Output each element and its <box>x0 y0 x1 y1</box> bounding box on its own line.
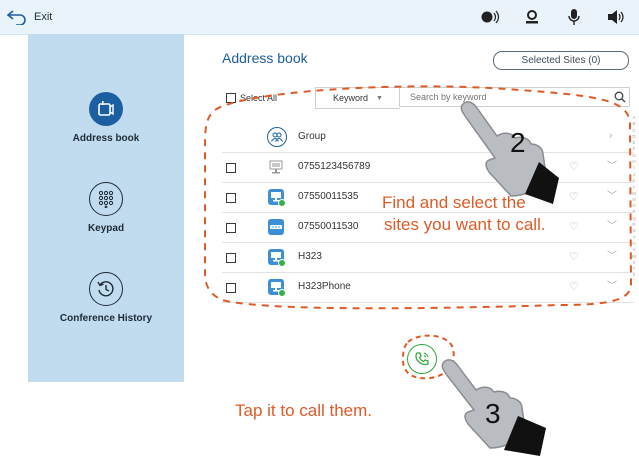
call-button[interactable] <box>407 344 437 374</box>
favorite-icon[interactable]: ♡ <box>569 250 579 263</box>
checkbox[interactable] <box>226 193 236 203</box>
chevron-down-icon[interactable]: ﹀ <box>607 187 617 202</box>
monitor-icon <box>268 189 286 207</box>
top-bar: Exit <box>0 0 639 35</box>
checkbox[interactable] <box>226 163 236 173</box>
favorite-icon[interactable]: ♡ <box>569 190 579 203</box>
contact-name: H323 <box>298 251 322 262</box>
search-icon[interactable] <box>614 90 626 108</box>
keyword-label: Keyword <box>333 93 369 103</box>
terminal-icon <box>268 159 284 175</box>
step-number: 3 <box>485 398 501 429</box>
select-all-label: Select All <box>240 93 278 103</box>
chevron-right-icon[interactable]: › <box>609 130 612 141</box>
monitor-icon <box>268 279 286 297</box>
exit-button[interactable]: Exit <box>6 6 52 28</box>
list-item[interactable]: 0755123456789 ♡ ﹀ <box>222 152 634 183</box>
step2-line1: Find and select the <box>382 193 526 212</box>
favorite-icon[interactable]: ♡ <box>569 220 579 233</box>
video-bar-icon <box>268 219 284 235</box>
status-dot <box>278 289 286 297</box>
step2-instruction: Find and select the sites you want to ca… <box>382 192 546 236</box>
sidebar: Address book Keypad Conference History <box>28 34 184 382</box>
chevron-down-icon[interactable]: ﹀ <box>607 157 617 172</box>
search-row: Select All Keyword ▼ <box>222 84 634 110</box>
microphone-icon[interactable] <box>563 7 585 27</box>
sidebar-item-keypad[interactable]: Keypad <box>28 182 184 234</box>
status-dot <box>278 259 286 267</box>
checkbox[interactable] <box>226 253 236 263</box>
page-title: Address book <box>222 50 308 66</box>
checkbox[interactable] <box>226 223 236 233</box>
step2-line2: sites you want to call. <box>384 215 546 234</box>
status-dot <box>278 199 286 207</box>
keyword-dropdown[interactable]: Keyword ▼ <box>315 87 400 109</box>
sidebar-item-address-book[interactable]: Address book <box>28 92 184 144</box>
step3-instruction: Tap it to call them. <box>235 401 373 420</box>
phone-icon <box>415 352 429 366</box>
speaker-icon[interactable] <box>605 7 627 27</box>
select-all-checkbox[interactable]: Select All <box>226 93 277 103</box>
sidebar-item-label: Conference History <box>59 313 153 324</box>
chevron-down-icon[interactable]: ﹀ <box>607 247 617 262</box>
list-item[interactable]: H323 ♡ ﹀ <box>222 242 634 273</box>
contact-name: 07550011530 <box>298 221 359 232</box>
history-icon <box>89 272 123 306</box>
contact-name: 07550011535 <box>298 191 359 202</box>
contact-name: H323Phone <box>298 281 351 292</box>
sidebar-item-conference-history[interactable]: Conference History <box>28 272 184 324</box>
contact-name: 0755123456789 <box>298 161 371 172</box>
camera-audio-icon[interactable] <box>479 7 501 27</box>
list-item[interactable]: H323Phone ♡ ﹀ <box>222 272 634 303</box>
favorite-icon[interactable]: ♡ <box>569 280 579 293</box>
sidebar-item-label: Address book <box>72 133 140 144</box>
exit-label: Exit <box>34 11 53 23</box>
checkbox[interactable] <box>226 93 236 103</box>
monitor-icon <box>268 249 286 267</box>
chevron-down-icon: ▼ <box>376 94 383 102</box>
group-label: Group <box>298 131 326 142</box>
chevron-down-icon[interactable]: ﹀ <box>607 277 617 292</box>
checkbox[interactable] <box>226 283 236 293</box>
keypad-icon <box>89 182 123 216</box>
address-book-icon <box>89 92 123 126</box>
chevron-down-icon[interactable]: ﹀ <box>607 217 617 232</box>
favorite-icon[interactable]: ♡ <box>569 160 579 173</box>
back-arrow-icon <box>6 10 26 25</box>
person-icon[interactable] <box>521 7 543 27</box>
alphabet-index[interactable]: A B C D E F G H I J K L M N O P Q R S T … <box>630 115 638 279</box>
selected-sites-button[interactable]: Selected Sites (0) <box>493 51 629 70</box>
step-number: 2 <box>510 127 526 158</box>
sidebar-item-label: Keypad <box>87 223 125 234</box>
group-icon <box>267 127 287 147</box>
group-row[interactable]: Group › <box>222 122 634 153</box>
alphabet-letter[interactable]: Z <box>630 272 638 278</box>
